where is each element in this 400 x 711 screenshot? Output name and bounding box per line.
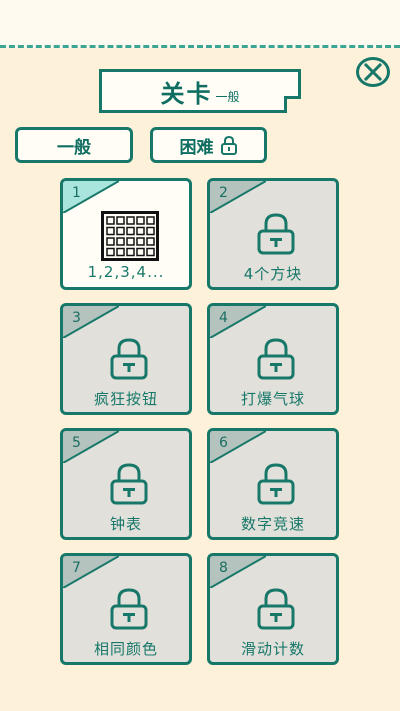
level-number: 8 (219, 560, 228, 576)
level-number: 2 (219, 185, 228, 201)
page-title: 关卡 (160, 79, 213, 108)
lock-icon (257, 588, 295, 630)
level-card[interactable]: 2 4个方块 (207, 178, 339, 290)
page-subtitle: 一般 (215, 89, 240, 104)
level-number: 5 (72, 435, 81, 451)
level-number: 7 (72, 560, 81, 576)
lock-icon (220, 135, 237, 155)
grid-icon (101, 211, 159, 261)
level-card[interactable]: 7 相同颜色 (60, 553, 192, 665)
level-number: 4 (219, 310, 228, 326)
level-card[interactable]: 4 打爆气球 (207, 303, 339, 415)
level-select-screen: 关卡 一般 一般 困难 1 1,2,3,4... 2 4个方块 3 疯狂按钮 4… (0, 0, 400, 711)
level-name: 钟表 (109, 515, 142, 533)
lock-icon (257, 463, 295, 505)
top-dashed-border (0, 0, 400, 48)
title-plaque: 关卡 一般 (99, 69, 301, 113)
level-name: 滑动计数 (240, 640, 305, 658)
level-card[interactable]: 1 1,2,3,4... (60, 178, 192, 290)
level-name: 1,2,3,4... (87, 263, 165, 281)
level-name: 疯狂按钮 (93, 390, 158, 408)
tab-normal-label: 一般 (57, 137, 91, 158)
level-card[interactable]: 8 滑动计数 (207, 553, 339, 665)
close-icon (363, 62, 383, 82)
level-card[interactable]: 5 钟表 (60, 428, 192, 540)
level-card[interactable]: 3 疯狂按钮 (60, 303, 192, 415)
lock-icon (257, 338, 295, 380)
level-number: 6 (219, 435, 228, 451)
level-name: 相同颜色 (93, 640, 158, 658)
tab-hard[interactable]: 困难 (150, 127, 267, 163)
level-number: 3 (72, 310, 81, 326)
lock-icon (110, 588, 148, 630)
level-card[interactable]: 6 数字竞速 (207, 428, 339, 540)
level-number: 1 (72, 185, 81, 201)
tab-normal[interactable]: 一般 (15, 127, 133, 163)
lock-icon (110, 463, 148, 505)
level-name: 打爆气球 (240, 390, 305, 408)
lock-icon (257, 213, 295, 255)
close-button[interactable] (356, 57, 390, 87)
level-name: 4个方块 (243, 265, 303, 283)
tab-hard-label: 困难 (179, 137, 214, 158)
lock-icon (110, 338, 148, 380)
level-name: 数字竞速 (240, 515, 305, 533)
